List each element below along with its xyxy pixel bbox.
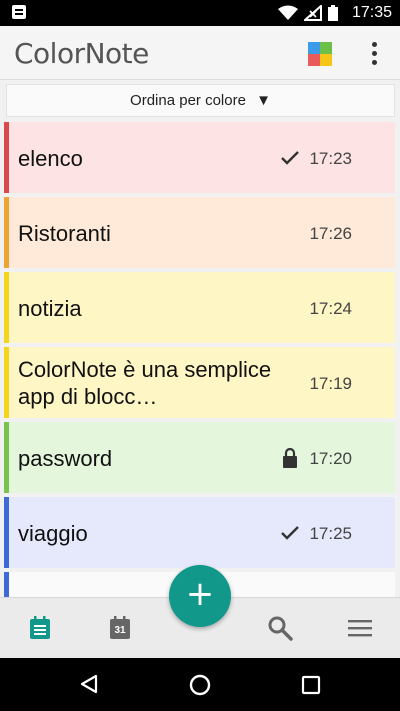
- status-icons: [278, 5, 338, 21]
- note-title: password: [18, 446, 113, 471]
- add-note-button[interactable]: +: [169, 565, 231, 627]
- sort-dropdown[interactable]: Ordina per colore ▼: [6, 84, 395, 117]
- chevron-down-icon: ▼: [256, 92, 271, 109]
- calendar-day: 31: [114, 625, 126, 636]
- app-bar: ColorNote: [0, 26, 400, 80]
- note-time: 17:24: [309, 299, 352, 318]
- back-icon[interactable]: [78, 673, 100, 695]
- notification-icon: [12, 5, 26, 19]
- note-item[interactable]: notizia 17:24: [4, 272, 395, 343]
- color-palette-icon[interactable]: [308, 42, 332, 66]
- battery-icon: [328, 5, 338, 21]
- app-logo: ColorNote: [14, 37, 149, 70]
- note-title: ColorNote è una semplice app di blocc…: [18, 357, 272, 409]
- note-item[interactable]: elenco 17:23: [4, 122, 395, 193]
- note-time: 17:26: [309, 224, 352, 243]
- note-title: Ristoranti: [18, 221, 111, 246]
- palette-swatch-red: [308, 54, 320, 66]
- note-item[interactable]: password 17:20: [4, 422, 395, 493]
- note-title: elenco: [18, 146, 83, 171]
- check-icon: [281, 526, 299, 540]
- menu-icon[interactable]: [346, 614, 374, 642]
- palette-swatch-green: [320, 42, 332, 54]
- note-title: notizia: [18, 296, 82, 321]
- palette-swatch-yellow: [320, 54, 332, 66]
- sort-label: Ordina per colore: [130, 92, 246, 109]
- notes-icon[interactable]: [26, 614, 54, 642]
- search-icon[interactable]: [266, 614, 294, 642]
- signal-off-icon: [304, 5, 322, 21]
- note-item[interactable]: ColorNote è una semplice app di blocc… 1…: [4, 347, 395, 418]
- note-time: 17:25: [309, 524, 352, 543]
- note-time: 17:20: [309, 449, 352, 468]
- note-title: viaggio: [18, 521, 88, 546]
- calendar-icon[interactable]: 31: [106, 614, 134, 642]
- status-bar: 17:35: [0, 0, 400, 26]
- more-options-icon[interactable]: [364, 40, 384, 68]
- home-icon[interactable]: [188, 673, 212, 697]
- palette-swatch-blue: [308, 42, 320, 54]
- system-nav-bar: [0, 658, 400, 711]
- note-item[interactable]: viaggio 17:25: [4, 497, 395, 568]
- status-time: 17:35: [351, 4, 392, 21]
- note-time: 17:23: [309, 149, 352, 168]
- note-time: 17:19: [309, 374, 352, 393]
- wifi-icon: [278, 5, 298, 20]
- recents-icon[interactable]: [300, 674, 322, 696]
- lock-icon: [283, 448, 297, 468]
- check-icon: [281, 151, 299, 165]
- note-item[interactable]: Ristoranti 17:26: [4, 197, 395, 268]
